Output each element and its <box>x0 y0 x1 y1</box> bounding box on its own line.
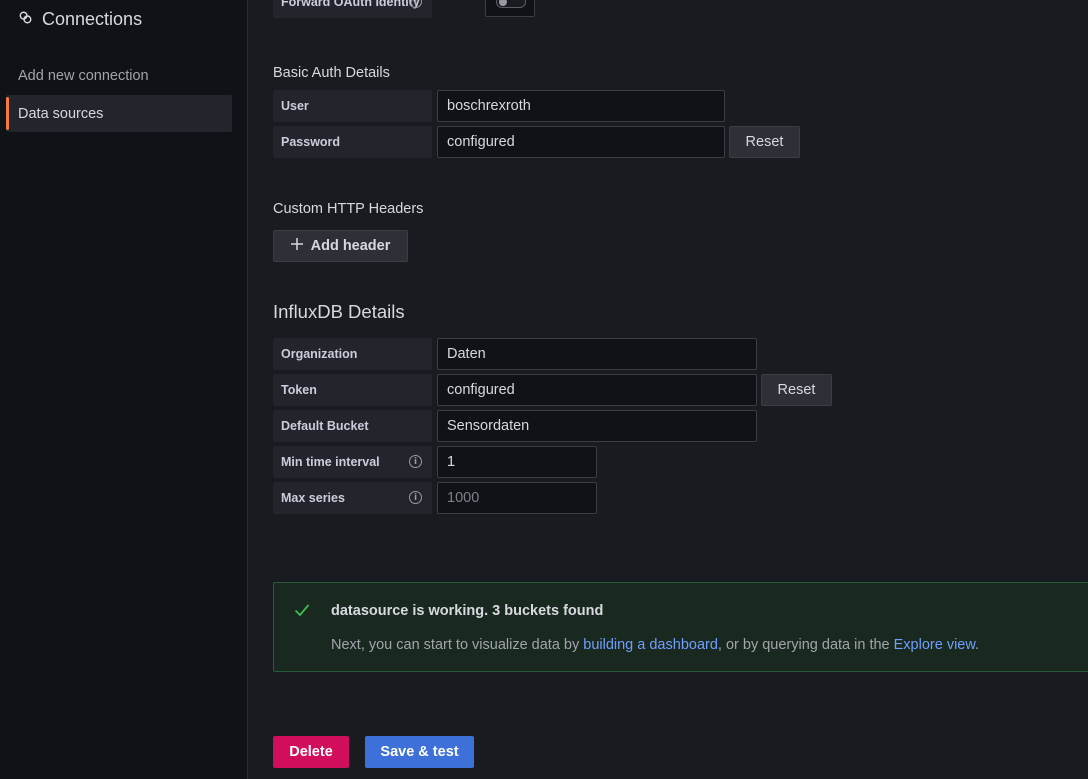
info-icon[interactable]: i <box>409 491 422 504</box>
min-interval-label-cell: Min time interval i <box>273 446 432 478</box>
basic-auth-title: Basic Auth Details <box>273 65 390 81</box>
min-interval-input[interactable]: 1 <box>437 446 597 478</box>
toggle-track <box>496 0 526 8</box>
save-and-test-button[interactable]: Save & test <box>365 736 474 768</box>
alert-text-part: , or by querying data in the <box>717 637 894 653</box>
password-reset-button[interactable]: Reset <box>729 126 800 158</box>
password-input[interactable]: configured <box>437 126 725 158</box>
organization-input[interactable]: Daten <box>437 338 757 370</box>
custom-headers-title: Custom HTTP Headers <box>273 201 424 217</box>
user-label: User <box>273 90 432 122</box>
max-series-label: Max series <box>281 491 345 505</box>
success-alert: datasource is working. 3 buckets found N… <box>273 582 1088 672</box>
default-bucket-input[interactable]: Sensordaten <box>437 410 757 442</box>
alert-title: datasource is working. 3 buckets found <box>331 603 604 619</box>
add-header-label: Add header <box>310 238 391 254</box>
password-label: Password <box>273 126 432 158</box>
influxdb-title: InfluxDB Details <box>273 301 405 322</box>
plus-icon <box>290 238 303 254</box>
connections-icon <box>18 9 33 30</box>
toggle-knob <box>499 0 507 6</box>
token-label: Token <box>273 374 432 406</box>
delete-button[interactable]: Delete <box>273 736 349 768</box>
explore-view-link[interactable]: Explore view <box>894 637 975 653</box>
sidebar-title: Connections <box>42 8 143 29</box>
max-series-input[interactable]: 1000 <box>437 482 597 514</box>
sidebar-header: Connections <box>18 7 142 31</box>
sidebar: Connections Add new connection Data sour… <box>0 0 248 779</box>
token-input[interactable]: configured <box>437 374 757 406</box>
add-header-button[interactable]: Add header <box>273 230 408 262</box>
user-input[interactable]: boschrexroth <box>437 90 725 122</box>
info-icon[interactable]: i <box>409 0 422 8</box>
main-content: Forward OAuth Identity i Basic Auth Deta… <box>249 0 1088 779</box>
forward-oauth-toggle[interactable] <box>485 0 535 17</box>
oauth-label: Forward OAuth Identity <box>281 0 420 9</box>
alert-text: Next, you can start to visualize data by… <box>331 637 979 653</box>
min-interval-label: Min time interval <box>281 455 380 469</box>
sidebar-item-add-new-connection[interactable]: Add new connection <box>6 57 232 94</box>
build-dashboard-link[interactable]: building a dashboard <box>583 637 718 653</box>
alert-text-part: Next, you can start to visualize data by <box>331 637 584 653</box>
info-icon[interactable]: i <box>409 455 422 468</box>
default-bucket-label: Default Bucket <box>273 410 432 442</box>
token-reset-button[interactable]: Reset <box>761 374 832 406</box>
alert-text-part: . <box>975 637 980 653</box>
max-series-label-cell: Max series i <box>273 482 432 514</box>
organization-label: Organization <box>273 338 432 370</box>
sidebar-item-data-sources[interactable]: Data sources <box>6 95 232 132</box>
oauth-label-cell: Forward OAuth Identity i <box>273 0 432 18</box>
check-icon <box>294 603 310 622</box>
